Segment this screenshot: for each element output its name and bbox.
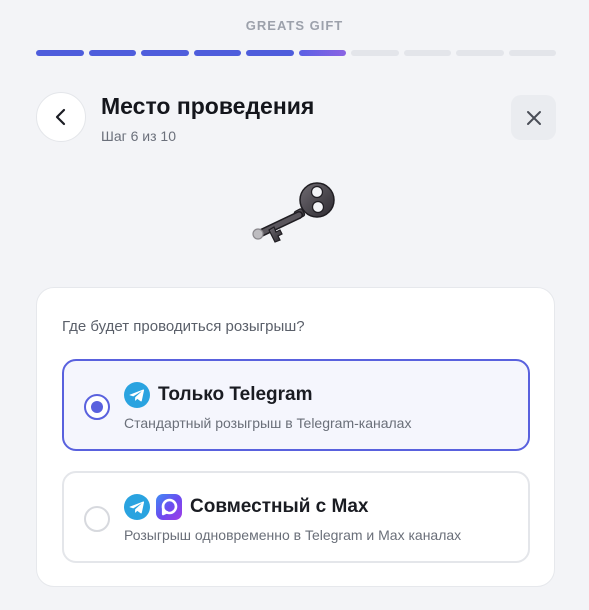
radio-telegram-only[interactable] <box>84 394 110 420</box>
chevron-left-icon <box>55 108 66 126</box>
max-icon <box>156 494 182 520</box>
question-label: Где будет проводиться розыгрыш? <box>62 318 305 335</box>
telegram-icon <box>124 382 150 408</box>
app-title: GREATS GIFT <box>245 18 344 33</box>
close-icon <box>526 110 541 125</box>
progress-segment-6 <box>298 50 346 56</box>
venue-card: Где будет проводиться розыгрыш? Только T… <box>36 287 555 587</box>
radio-joint-with-max[interactable] <box>84 506 110 532</box>
progress-segment-5 <box>246 50 294 56</box>
option-title: Только Telegram <box>158 384 313 405</box>
progress-segment-1 <box>36 50 84 56</box>
progress-segment-9 <box>456 50 504 56</box>
back-button[interactable] <box>36 92 86 142</box>
option-header: Совместный с Max <box>124 493 368 521</box>
step-progress-bar <box>36 50 556 56</box>
progress-segment-2 <box>88 50 136 56</box>
option-telegram-only[interactable]: Только Telegram Стандартный розыгрыш в T… <box>62 359 530 451</box>
progress-segment-7 <box>351 50 399 56</box>
step-indicator: Шаг 6 из 10 <box>101 128 176 144</box>
page-title: Место проведения <box>101 93 315 119</box>
progress-segment-10 <box>508 50 556 56</box>
progress-segment-8 <box>403 50 451 56</box>
option-description: Розыгрыш одновременно в Telegram и Max к… <box>124 527 462 543</box>
progress-segment-4 <box>193 50 241 56</box>
option-joint-with-max[interactable]: Совместный с Max Розыгрыш одновременно в… <box>62 471 530 563</box>
telegram-icon <box>124 494 150 520</box>
option-title: Совместный с Max <box>190 496 369 517</box>
close-button[interactable] <box>511 95 556 140</box>
radio-selected-dot <box>91 401 103 413</box>
old-key-icon <box>252 182 335 243</box>
option-description: Стандартный розыгрыш в Telegram-каналах <box>124 415 412 431</box>
option-header: Только Telegram <box>124 381 313 409</box>
progress-segment-3 <box>141 50 189 56</box>
